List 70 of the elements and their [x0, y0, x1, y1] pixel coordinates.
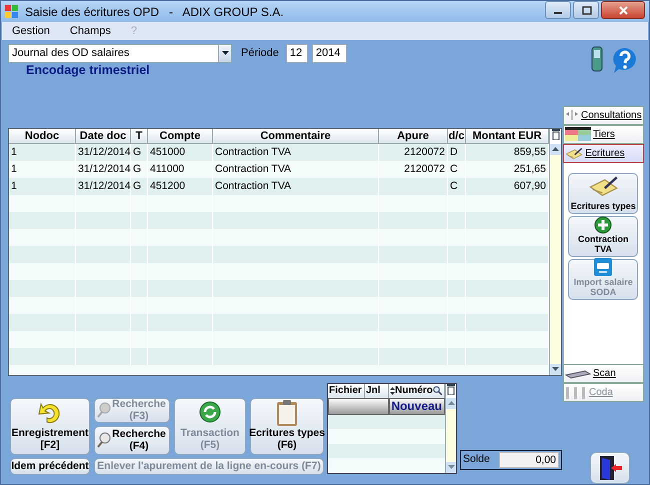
scanner-icon [565, 368, 591, 378]
panel-tab[interactable]: Scan [563, 364, 644, 383]
magnifier-icon [432, 386, 442, 396]
maximize-icon [580, 6, 592, 14]
coda-icon [565, 386, 587, 400]
column-header[interactable]: Commentaire [213, 128, 379, 144]
column-header[interactable]: Jnl [365, 384, 389, 398]
scrollbar[interactable] [549, 128, 561, 375]
row-selector[interactable] [328, 398, 389, 415]
templates-button[interactable]: Ecritures types (F6) [250, 398, 324, 455]
balance-label: Solde [463, 452, 490, 467]
notepad-icon [565, 146, 584, 160]
menu-item[interactable]: Champs [68, 22, 113, 40]
journal-dropdown[interactable]: Journal des OD salaires [8, 44, 232, 62]
app-icon [5, 4, 19, 18]
repeat-previous-button[interactable]: Idem précédent [10, 458, 90, 475]
minimize-button[interactable] [545, 1, 571, 19]
trash-icon [552, 128, 560, 140]
door-icon [597, 455, 623, 481]
column-header[interactable]: T [131, 128, 148, 144]
grid-icon [565, 127, 591, 142]
year-field[interactable]: 2014 [312, 44, 347, 62]
refresh-icon [198, 400, 222, 424]
scroll-down-icon [448, 465, 454, 470]
menu-item[interactable]: Gestion [10, 22, 52, 40]
magnifier-icon [97, 402, 111, 418]
column-header[interactable]: Compte [148, 128, 213, 144]
tool-button[interactable]: Contraction TVA [568, 216, 638, 257]
mode-title: Encodage trimestriel [26, 62, 151, 79]
table-row[interactable]: 1 31/12/2014 G 451000 Contraction TVA 2120072 D 859,55 [9, 144, 549, 161]
scrollbar[interactable] [445, 384, 456, 473]
column-header[interactable]: Montant EUR [466, 128, 549, 144]
magnifier-icon [97, 432, 111, 448]
panel-tab[interactable]: Consultations [563, 106, 644, 125]
table-cell[interactable]: Nouveau [389, 398, 445, 415]
save-button[interactable]: Enregistrement [F2] [10, 398, 90, 455]
scroll-up-icon [448, 401, 454, 406]
clipboard-icon [276, 398, 298, 427]
period-label: Période [241, 46, 279, 61]
minimize-icon [554, 12, 562, 14]
help-icon [611, 46, 639, 74]
arrows-icon [565, 109, 579, 122]
column-header[interactable]: d/c [448, 128, 466, 144]
balance-field: 0,00 [499, 452, 559, 468]
column-header[interactable]: Fichier [328, 384, 365, 398]
tool-button[interactable]: Ecritures types [568, 172, 638, 214]
table-row[interactable]: 1 31/12/2014 G 451200 Contraction TVA C 607,90 [9, 178, 549, 195]
exit-button[interactable] [590, 452, 630, 484]
plus-icon [594, 216, 612, 234]
column-header[interactable]: Numéro [389, 384, 445, 398]
maximize-button[interactable] [573, 1, 599, 19]
notepad-icon [588, 174, 619, 196]
column-header[interactable]: Apure [379, 128, 448, 144]
column-header[interactable]: Date doc [76, 128, 131, 144]
table-row[interactable] [328, 414, 445, 430]
trash-icon [447, 384, 455, 395]
close-button[interactable] [601, 1, 645, 19]
search-button[interactable]: Recherche (F4) [94, 426, 170, 455]
panel-tab[interactable]: Tiers [563, 124, 644, 144]
column-header[interactable]: Nodoc [9, 128, 76, 144]
box-icon [593, 256, 614, 277]
close-icon [618, 6, 628, 14]
phone-icon [591, 46, 603, 72]
table-row[interactable]: 1 31/12/2014 G 411000 Contraction TVA 2120072 C 251,65 [9, 160, 549, 178]
panel-tab[interactable]: Ecritures [563, 144, 644, 163]
dropdown-arrow-icon [222, 51, 228, 55]
scroll-up-icon [552, 147, 559, 152]
scroll-down-icon [552, 367, 559, 372]
window-title: Saisie des écritures OPD - ADIX GROUP S.A. [25, 4, 285, 20]
month-field[interactable]: 12 [286, 44, 308, 62]
